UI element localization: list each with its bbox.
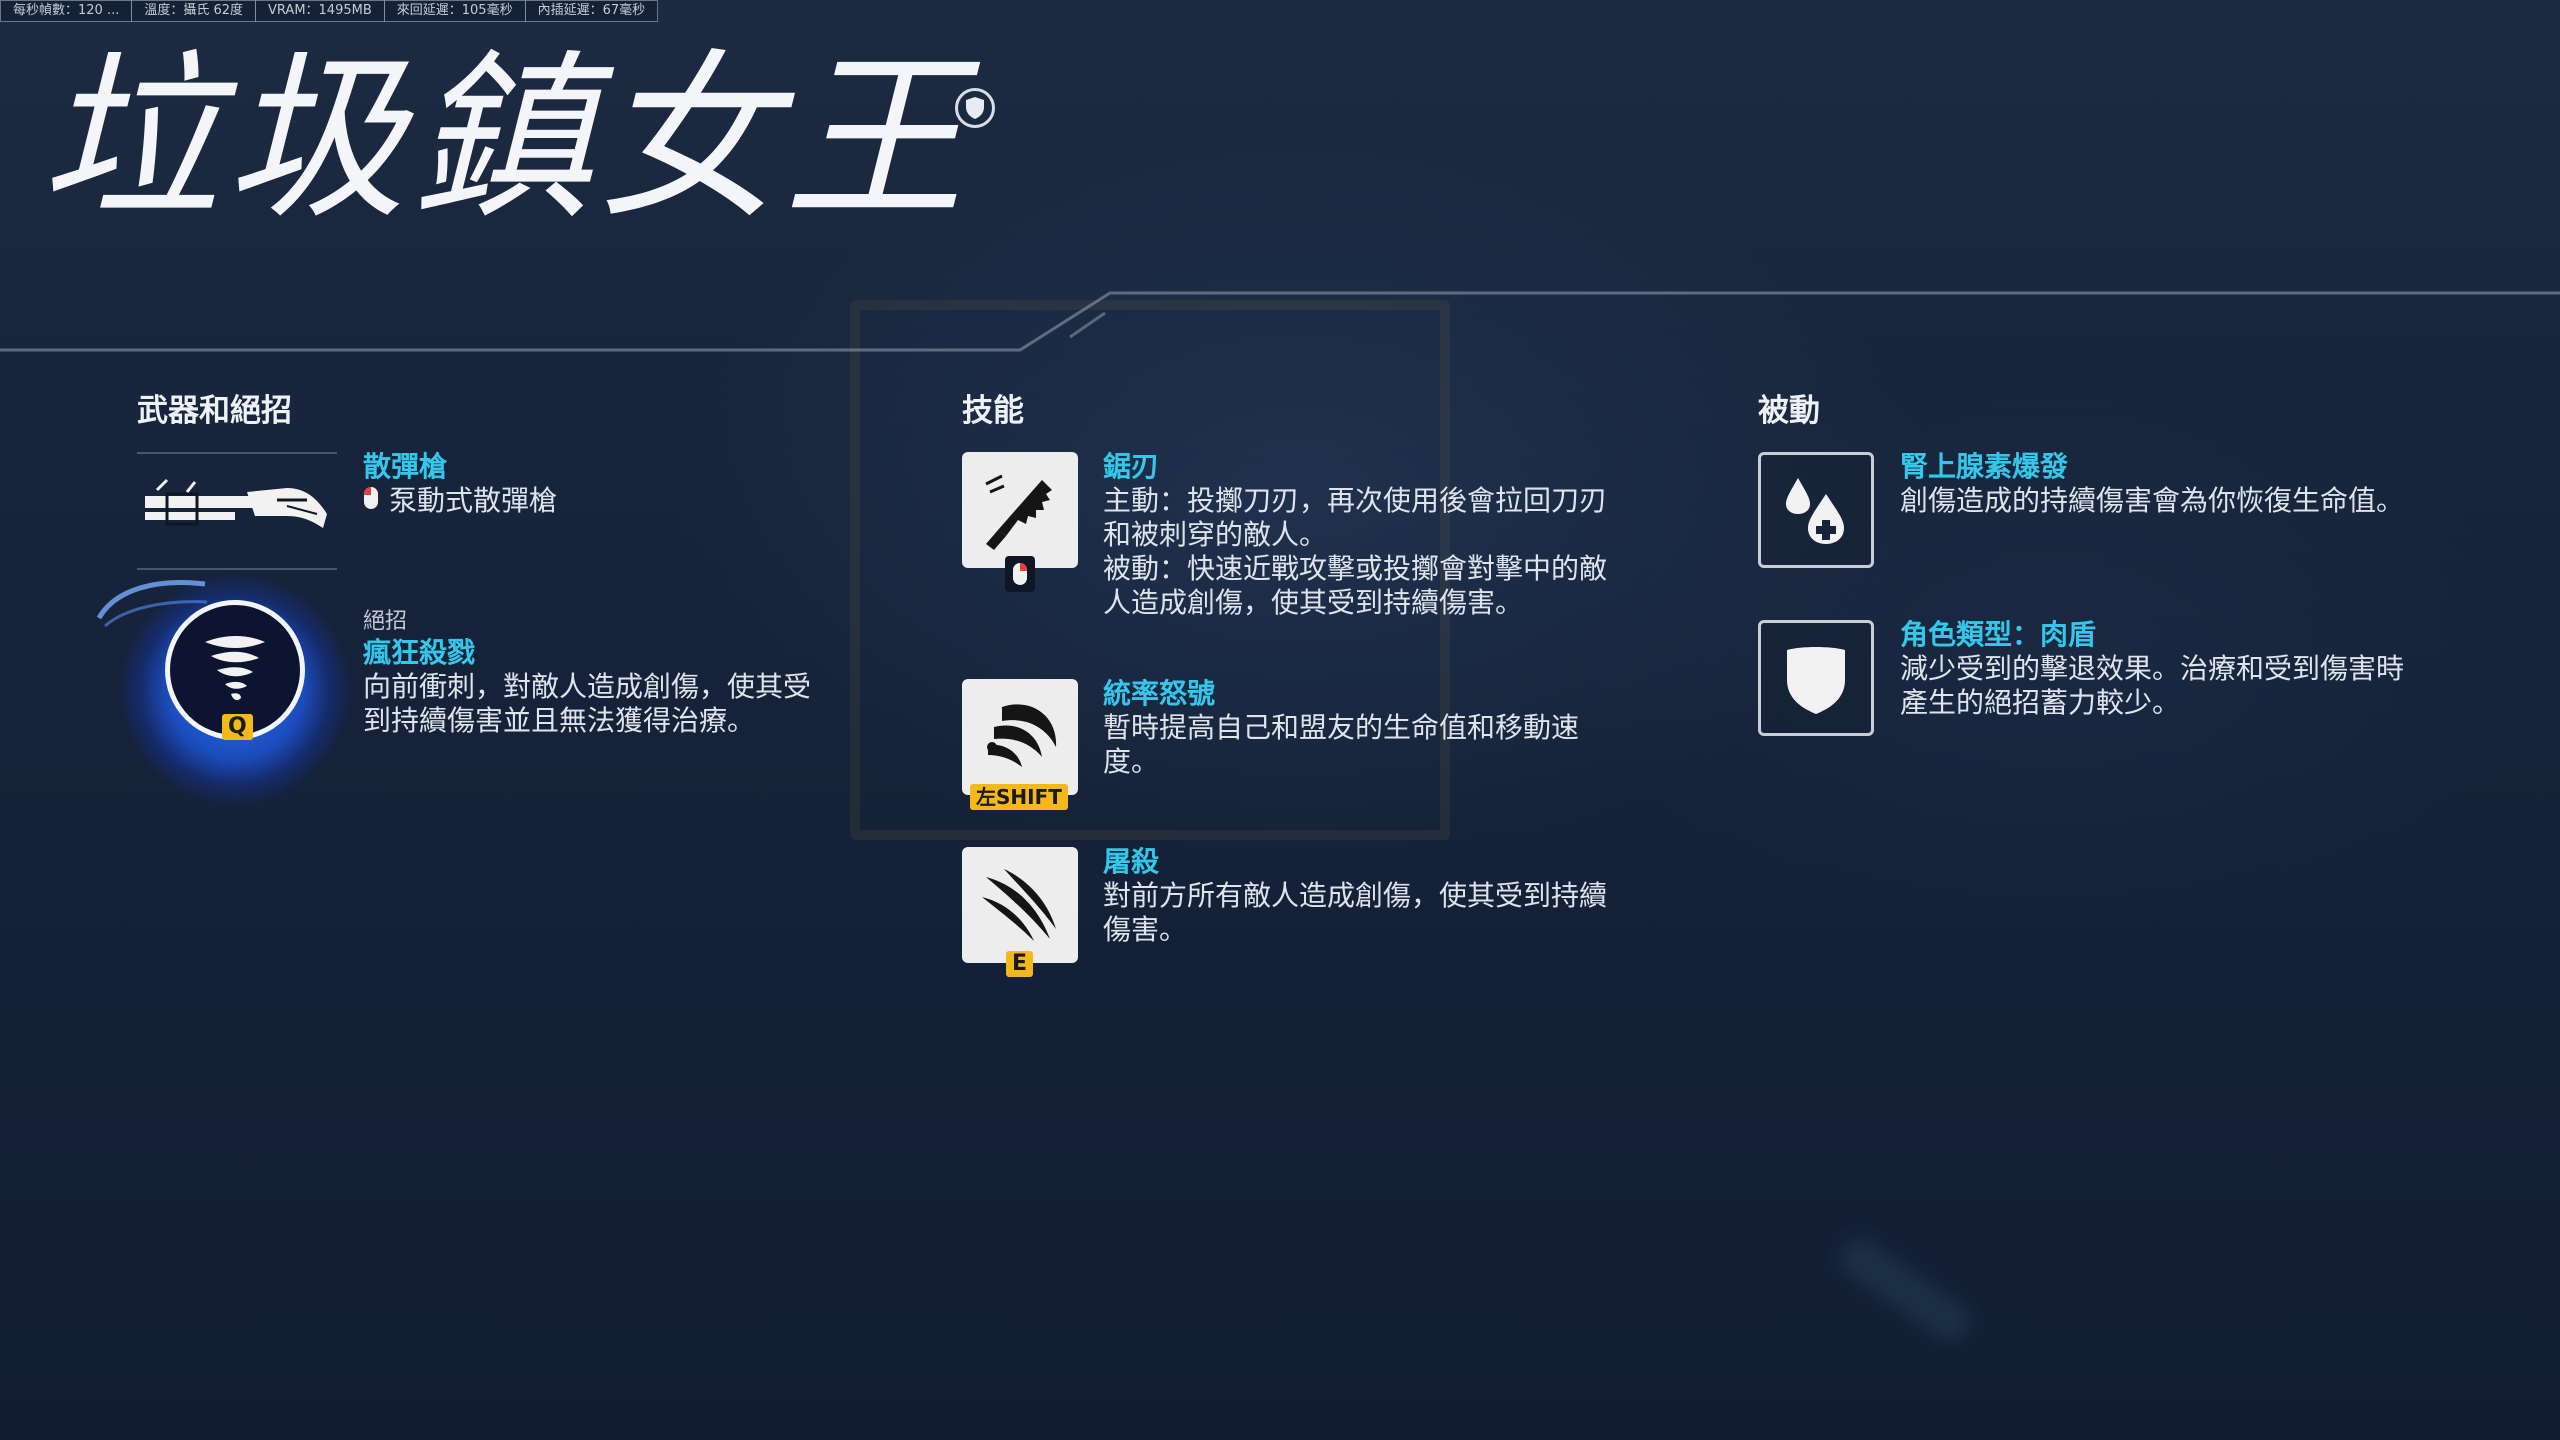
ability-desc-line: 對前方所有敵人造成創傷，使其受到持續: [1103, 879, 1608, 912]
ability-desc-line: 被動：快速近戰攻擊或投擲會對擊中的敵: [1103, 552, 1608, 585]
ability-name: 統率怒號: [1103, 677, 1216, 710]
mouse-right-icon: [1005, 556, 1035, 592]
performance-stats-bar: 每秒幀數：120 ... 溫度：攝氏 62度 VRAM：1495MB 來回延遲：…: [0, 0, 659, 22]
passive-desc-line: 減少受到的擊退效果。治療和受到傷害時: [1900, 652, 2405, 685]
ultimate-key-badge: Q: [222, 714, 253, 740]
hero-name: 垃圾鎮女王: [40, 35, 971, 244]
weapon-name: 散彈槍: [363, 450, 448, 483]
weapon-info: 散彈槍 泵動式散彈槍: [363, 450, 763, 518]
weapons-heading: 武器和絕招: [137, 393, 292, 429]
ultimate-info: 絕招 瘋狂殺戮 向前衝刺，對敵人造成創傷，使其受 到持續傷害並且無法獲得治療。: [363, 608, 863, 738]
blood-heal-icon: [1776, 468, 1856, 552]
ability-info-saw-blade: 鋸刃 主動：投擲刀刃，再次使用後會拉回刀刃 和被刺穿的敵人。 被動：快速近戰攻擊…: [1103, 450, 1663, 620]
passive-info-adrenaline: 腎上腺素爆發 創傷造成的持續傷害會為你恢復生命值。: [1900, 450, 2500, 518]
passive-name: 角色類型：肉盾: [1900, 618, 2097, 651]
ability-tile-carnage: [962, 847, 1078, 963]
ultimate-desc-line-2: 到持續傷害並且無法獲得治療。: [363, 704, 756, 737]
interp-delay-stat: 內插延遲：67毫秒: [524, 0, 659, 22]
ability-tile-saw-blade: [962, 452, 1078, 568]
fps-stat: 每秒幀數：120 ...: [0, 0, 133, 22]
ability-key-badge: E: [1006, 951, 1034, 977]
ability-desc-line: 人造成創傷，使其受到持續傷害。: [1103, 586, 1524, 619]
claw-slash-icon: [972, 855, 1068, 955]
passive-info-role: 角色類型：肉盾 減少受到的擊退效果。治療和受到傷害時 產生的絕招蓄力較少。: [1900, 618, 2500, 720]
weapon-desc: 泵動式散彈槍: [389, 484, 558, 517]
ability-desc-line: 度。: [1103, 745, 1160, 778]
ultimate-desc-line-1: 向前衝刺，對敵人造成創傷，使其受: [363, 670, 812, 703]
header-divider: [0, 291, 2560, 352]
ability-desc-line: 暫時提高自己和盟友的生命值和移動速: [1103, 711, 1580, 744]
jagged-blade-icon: [972, 460, 1068, 560]
passives-heading: 被動: [1758, 393, 1820, 429]
weapons-divider: [137, 452, 337, 454]
ability-desc-line: 傷害。: [1103, 913, 1188, 946]
tornado-icon: [195, 628, 275, 712]
ability-name: 屠殺: [1103, 845, 1160, 878]
vram-stat: VRAM：1495MB: [255, 0, 385, 22]
abilities-heading: 技能: [962, 393, 1024, 429]
ability-info-rally: 統率怒號 暫時提高自己和盟友的生命值和移動速 度。: [1103, 677, 1663, 779]
ability-key-badge: 左SHIFT: [970, 784, 1068, 810]
passive-tile-adrenaline: [1758, 452, 1874, 568]
ping-stat: 來回延遲：105毫秒: [383, 0, 526, 22]
ability-name: 鋸刃: [1103, 450, 1160, 483]
ability-desc-line: 和被刺穿的敵人。: [1103, 518, 1328, 551]
background-glow: [1832, 1230, 1978, 1350]
ultimate-label: 絕招: [363, 609, 408, 634]
shield-icon: [955, 88, 995, 128]
ability-desc-line: 主動：投擲刀刃，再次使用後會拉回刀刃: [1103, 484, 1608, 517]
mouse-left-icon: [363, 484, 379, 518]
shotgun-icon: [137, 470, 337, 550]
shout-icon: [972, 687, 1068, 787]
ability-info-carnage: 屠殺 對前方所有敵人造成創傷，使其受到持續 傷害。: [1103, 845, 1663, 947]
ultimate-name: 瘋狂殺戮: [363, 636, 476, 669]
ability-tile-rally: [962, 679, 1078, 795]
passive-desc-line: 產生的絕招蓄力較少。: [1900, 686, 2181, 719]
passive-desc-line: 創傷造成的持續傷害會為你恢復生命值。: [1900, 484, 2405, 517]
tank-shield-icon: [1781, 636, 1851, 720]
passive-tile-role: [1758, 620, 1874, 736]
temperature-stat: 溫度：攝氏 62度: [131, 0, 257, 22]
weapon-desc-row: 泵動式散彈槍: [363, 484, 763, 518]
passive-name: 腎上腺素爆發: [1900, 450, 2069, 483]
